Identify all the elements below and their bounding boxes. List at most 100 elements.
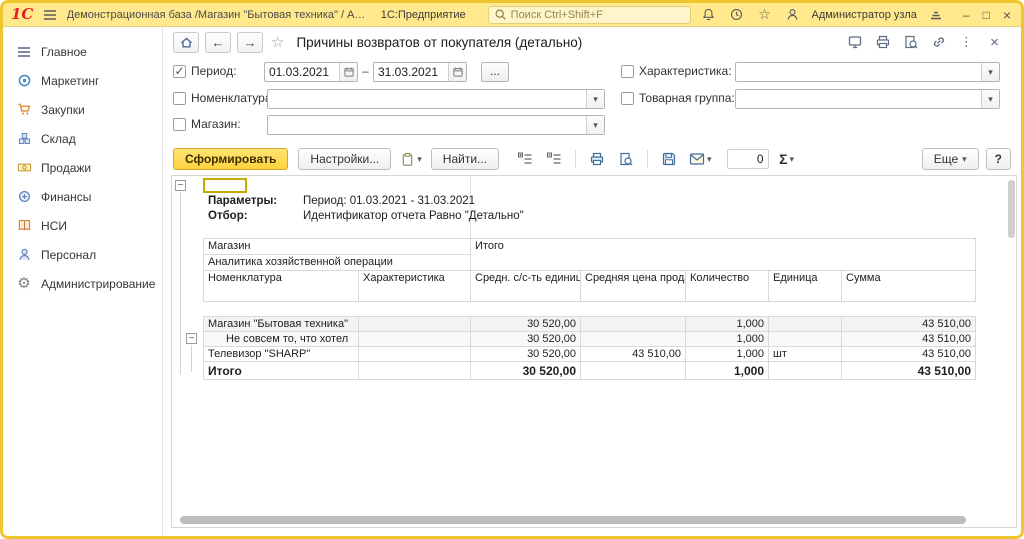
sidebar-item-purchases[interactable]: Закупки	[3, 95, 162, 124]
collapse-group-button[interactable]: −	[186, 333, 197, 344]
separator	[647, 150, 648, 168]
app-window: 1С Демонстрационная база /Магазин "Бытов…	[0, 0, 1024, 539]
chevron-down-icon[interactable]: ▾	[586, 116, 604, 134]
user-button[interactable]	[783, 6, 801, 24]
calendar-icon[interactable]	[339, 63, 357, 81]
horizontal-scroll-thumb[interactable]	[180, 516, 966, 524]
col-header[interactable]: Сумма	[842, 271, 976, 302]
close-window-button[interactable]: ×	[1003, 9, 1011, 21]
sidebar-item-personnel[interactable]: Персонал	[3, 240, 162, 269]
history-button[interactable]	[727, 6, 745, 24]
header-analytics[interactable]: Аналитика хозяйственной операции	[204, 255, 471, 271]
forward-button[interactable]: →	[237, 32, 263, 53]
save-button[interactable]	[658, 148, 680, 170]
nomenclature-input[interactable]: ▾	[267, 89, 605, 109]
sidebar-item-nsi[interactable]: НСИ	[3, 211, 162, 240]
send-email-button[interactable]: ▾	[687, 148, 714, 170]
horizontal-scrollbar[interactable]	[180, 516, 990, 524]
find-button[interactable]: Найти...	[431, 148, 499, 170]
chevron-down-icon[interactable]: ▾	[981, 90, 999, 108]
sidebar-item-marketing[interactable]: Маркетинг	[3, 66, 162, 95]
help-button[interactable]: ?	[986, 148, 1011, 170]
sum-button[interactable]: Σ ▾	[776, 148, 798, 170]
characteristic-checkbox[interactable]	[621, 65, 634, 78]
table-row[interactable]: Телевизор "SHARP" 30 520,00 43 510,00 1,…	[204, 347, 976, 362]
favorite-star-icon[interactable]: ☆	[271, 33, 284, 51]
connection-quality-button[interactable]	[927, 6, 945, 24]
filters-panel: ✓ Период: 01.03.2021 – 31.03.2021 ...	[163, 57, 1021, 143]
header-total[interactable]: Итого	[471, 239, 976, 271]
expand-groups-button[interactable]	[514, 148, 536, 170]
product-group-checkbox[interactable]	[621, 92, 634, 105]
col-header[interactable]: Характеристика	[359, 271, 471, 302]
preview-icon[interactable]	[902, 34, 919, 51]
book-icon	[16, 218, 32, 234]
col-header[interactable]: Единица	[769, 271, 842, 302]
sidebar-item-sales[interactable]: Продажи	[3, 153, 162, 182]
col-header[interactable]: Средняя цена продажи	[581, 271, 686, 302]
period-checkbox[interactable]: ✓	[173, 65, 186, 78]
marketing-icon	[16, 73, 32, 89]
print-button[interactable]	[586, 148, 608, 170]
chevron-down-icon[interactable]: ▾	[586, 90, 604, 108]
more-icon[interactable]: ⋮	[958, 34, 975, 51]
product-group-input[interactable]: ▾	[735, 89, 1000, 109]
report-parameters: Параметры: Период: 01.03.2021 - 31.03.20…	[208, 194, 524, 224]
collapse-groups-button[interactable]	[543, 148, 565, 170]
table-row[interactable]: Не совсем то, что хотел 30 520,00 1,000 …	[204, 332, 976, 347]
group-line	[180, 192, 181, 374]
period-variants-button[interactable]: ...	[481, 62, 509, 82]
nomenclature-checkbox[interactable]	[173, 92, 186, 105]
search-input[interactable]	[511, 9, 686, 21]
vertical-scroll-thumb[interactable]	[1008, 180, 1015, 238]
more-button[interactable]: Еще ▾	[922, 148, 979, 170]
col-header[interactable]: Количество	[686, 271, 769, 302]
filter-label[interactable]: Отбор:	[208, 209, 303, 224]
selection-sum-field[interactable]: 0	[727, 149, 769, 169]
period-to-field[interactable]: 31.03.2021	[373, 62, 467, 82]
col-header[interactable]: Номенклатура	[204, 271, 359, 302]
back-button[interactable]: ←	[205, 32, 231, 53]
print-icon[interactable]	[874, 34, 891, 51]
open-in-window-icon[interactable]	[846, 34, 863, 51]
home-button[interactable]	[173, 32, 199, 53]
link-icon[interactable]	[930, 34, 947, 51]
col-header[interactable]: Средн. с/с-ть единицы	[471, 271, 581, 302]
close-form-icon[interactable]: ×	[986, 34, 1003, 51]
maximize-button[interactable]: □	[983, 9, 990, 21]
search-icon	[494, 8, 507, 21]
params-label[interactable]: Параметры:	[208, 194, 303, 209]
filter-value[interactable]: Идентификатор отчета Равно "Детально"	[303, 209, 524, 224]
collapse-columns-button[interactable]: −	[175, 180, 186, 191]
characteristic-input[interactable]: ▾	[735, 62, 1000, 82]
print-preview-button[interactable]	[615, 148, 637, 170]
params-value[interactable]: Период: 01.03.2021 - 31.03.2021	[303, 194, 475, 209]
generate-button[interactable]: Сформировать	[173, 148, 288, 170]
minimize-button[interactable]: –	[963, 9, 970, 21]
group-line	[191, 345, 192, 372]
quick-settings-button[interactable]: ▾	[398, 148, 424, 170]
period-from-field[interactable]: 01.03.2021	[264, 62, 358, 82]
calendar-icon[interactable]	[448, 63, 466, 81]
store-checkbox[interactable]	[173, 118, 186, 131]
store-input[interactable]: ▾	[267, 115, 605, 135]
sidebar-item-warehouse[interactable]: Склад	[3, 124, 162, 153]
vertical-scrollbar[interactable]	[1008, 178, 1015, 513]
chevron-down-icon[interactable]: ▾	[981, 63, 999, 81]
main-menu-button[interactable]	[41, 6, 58, 24]
sidebar-item-administration[interactable]: ⚙ Администрирование	[3, 269, 162, 298]
notifications-button[interactable]	[699, 6, 717, 24]
selected-cell[interactable]	[203, 178, 247, 193]
header-store[interactable]: Магазин	[204, 239, 471, 255]
favorites-button[interactable]: ☆	[755, 6, 773, 24]
sidebar-item-finance[interactable]: Финансы	[3, 182, 162, 211]
sidebar-item-main[interactable]: Главное	[3, 37, 162, 66]
gear-icon: ⚙	[16, 276, 32, 292]
titlebar: 1С Демонстрационная база /Магазин "Бытов…	[3, 3, 1021, 27]
table-row[interactable]: Магазин "Бытовая техника" 30 520,00 1,00…	[204, 317, 976, 332]
report-spreadsheet[interactable]: − − Параметры: Период: 01.03.2021 - 31.0…	[171, 175, 1017, 528]
table-total-row[interactable]: Итого 30 520,00 1,000 43 510,00	[204, 362, 976, 380]
report-table-header: Магазин Итого Аналитика хозяйственной оп…	[203, 238, 976, 302]
settings-button[interactable]: Настройки...	[298, 148, 391, 170]
global-search[interactable]	[488, 6, 692, 24]
